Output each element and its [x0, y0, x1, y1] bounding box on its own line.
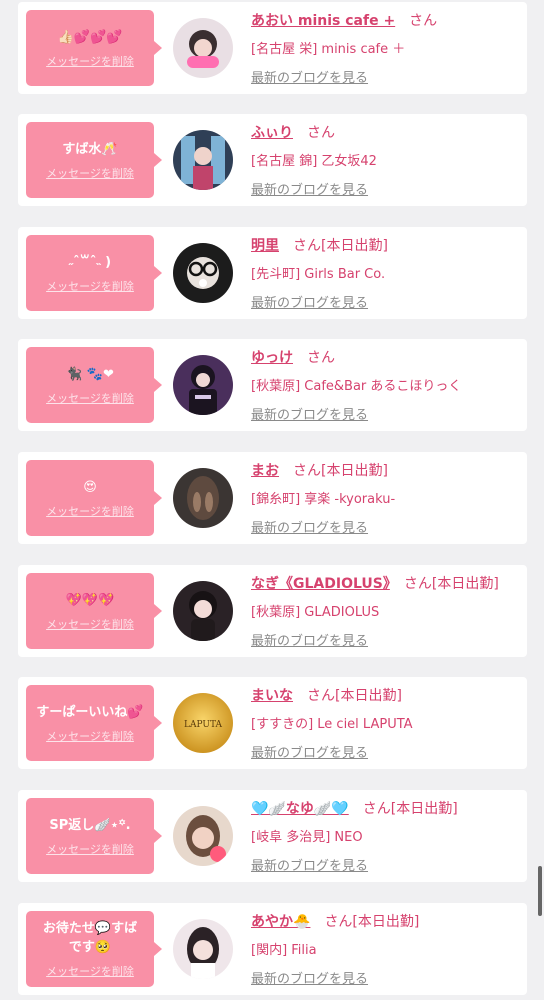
- avatar[interactable]: [173, 806, 233, 866]
- latest-blog-link[interactable]: 最新のブログを見る: [251, 179, 368, 198]
- message-text: 😍: [83, 479, 97, 495]
- shop-info: [秋葉原] Cafe&Bar あるこほりっく: [251, 379, 462, 394]
- cast-name-link[interactable]: なぎ《GLADIOLUS》: [251, 576, 390, 592]
- message-bubble: 💖💖💖 メッセージを削除: [26, 573, 162, 649]
- name-suffix: さん: [307, 350, 335, 366]
- list-item: SP返し🪽⋆꙳. メッセージを削除 🩵🪽なゆ🪽🩵 さん[本日出勤] [岐阜 多治…: [18, 790, 527, 882]
- message-bubble: 👍🏻💕💕💕 メッセージを削除: [26, 10, 162, 86]
- latest-blog-link[interactable]: 最新のブログを見る: [251, 968, 368, 987]
- name-suffix: さん[本日出勤]: [293, 238, 388, 254]
- name-suffix: さん[本日出勤]: [293, 463, 388, 479]
- delete-message-link[interactable]: メッセージを削除: [46, 963, 134, 979]
- latest-blog-link[interactable]: 最新のブログを見る: [251, 630, 368, 649]
- latest-blog-link[interactable]: 最新のブログを見る: [251, 855, 368, 874]
- avatar[interactable]: [173, 130, 233, 190]
- message-text: 👍🏻💕💕💕: [57, 29, 123, 45]
- cast-name-link[interactable]: ゆっけ: [251, 350, 293, 366]
- message-text: すーぱーいいね💕: [36, 704, 144, 720]
- shop-info: [秋葉原] GLADIOLUS: [251, 605, 380, 620]
- message-text: SP返し🪽⋆꙳.: [49, 817, 131, 833]
- shop-info: [岐阜 多治見] NEO: [251, 830, 363, 845]
- list-item: 💖💖💖 メッセージを削除 なぎ《GLADIOLUS》 さん[本日出勤] [秋葉原…: [18, 565, 527, 657]
- list-item: 😍 メッセージを削除 まお さん[本日出勤] [錦糸町] 享楽 -kyoraku…: [18, 452, 527, 544]
- delete-message-link[interactable]: メッセージを削除: [46, 53, 134, 69]
- shop-info: [先斗町] Girls Bar Co.: [251, 267, 386, 282]
- list-item: すば水🥂 メッセージを削除 ふぃり さん [名古屋 錦] 乙女坂42 最新のブロ…: [18, 114, 527, 206]
- latest-blog-link[interactable]: 最新のブログを見る: [251, 67, 368, 86]
- scrollbar[interactable]: [538, 866, 542, 916]
- list-item: 👍🏻💕💕💕 メッセージを削除 あおい minis cafe + さん [名古屋 …: [18, 2, 527, 94]
- name-suffix: さん[本日出勤]: [403, 576, 499, 592]
- delete-message-link[interactable]: メッセージを削除: [46, 841, 134, 857]
- cast-name-link[interactable]: 🩵🪽なゆ🪽🩵: [251, 801, 349, 817]
- latest-blog-link[interactable]: 最新のブログを見る: [251, 404, 368, 423]
- name-suffix: さん: [307, 125, 335, 141]
- message-text: ˶ˆ꒳ˆ˵ ): [68, 254, 112, 270]
- avatar[interactable]: LAPUTA: [173, 693, 233, 753]
- message-bubble: SP返し🪽⋆꙳. メッセージを削除: [26, 798, 162, 874]
- list-item: 🐈‍⬛‪‪ ‪🐾❤︎ メッセージを削除 ゆっけ さん [秋葉原] Cafe&Ba…: [18, 339, 527, 431]
- delete-message-link[interactable]: メッセージを削除: [46, 278, 134, 294]
- cast-name-link[interactable]: ふぃり: [251, 125, 293, 141]
- message-bubble: すーぱーいいね💕 メッセージを削除: [26, 685, 162, 761]
- cast-name-link[interactable]: あおい minis cafe +: [251, 13, 395, 29]
- avatar[interactable]: [173, 468, 233, 528]
- shop-info: [すすきの] Le ciel LAPUTA: [251, 717, 413, 732]
- latest-blog-link[interactable]: 最新のブログを見る: [251, 742, 368, 761]
- delete-message-link[interactable]: メッセージを削除: [46, 165, 134, 181]
- message-text: すば水🥂: [62, 141, 118, 157]
- message-bubble: お待たせ💬すば です🥺 メッセージを削除: [26, 911, 162, 987]
- name-suffix: さん[本日出勤]: [324, 914, 420, 930]
- delete-message-link[interactable]: メッセージを削除: [46, 616, 134, 632]
- shop-info: [名古屋 栄] minis cafe ＋: [251, 42, 406, 57]
- message-bubble: すば水🥂 メッセージを削除: [26, 122, 162, 198]
- list-item: すーぱーいいね💕 メッセージを削除 LAPUTA まいな さん[本日出勤] [す…: [18, 677, 527, 769]
- svg-text:LAPUTA: LAPUTA: [184, 720, 222, 730]
- avatar[interactable]: [173, 919, 233, 979]
- shop-info: [名古屋 錦] 乙女坂42: [251, 154, 377, 169]
- cast-name-link[interactable]: まいな: [251, 688, 293, 704]
- list-item: ˶ˆ꒳ˆ˵ ) メッセージを削除 明里 さん[本日出勤] [先斗町] Girls…: [18, 227, 527, 319]
- shop-info: [錦糸町] 享楽 -kyoraku-: [251, 492, 396, 507]
- message-text: 🐈‍⬛‪‪ ‪🐾❤︎: [66, 366, 114, 382]
- message-bubble: ˶ˆ꒳ˆ˵ ) メッセージを削除: [26, 235, 162, 311]
- avatar[interactable]: [173, 581, 233, 641]
- cast-name-link[interactable]: あやか🐣: [251, 914, 310, 930]
- avatar[interactable]: [173, 243, 233, 303]
- cast-name-link[interactable]: まお: [251, 463, 279, 479]
- name-suffix: さん[本日出勤]: [362, 801, 458, 817]
- delete-message-link[interactable]: メッセージを削除: [46, 728, 134, 744]
- avatar[interactable]: [173, 18, 233, 78]
- message-bubble: 🐈‍⬛‪‪ ‪🐾❤︎ メッセージを削除: [26, 347, 162, 423]
- delete-message-link[interactable]: メッセージを削除: [46, 390, 134, 406]
- avatar[interactable]: [173, 355, 233, 415]
- message-text: 💖💖💖: [65, 592, 115, 608]
- name-suffix: さん[本日出勤]: [307, 688, 402, 704]
- latest-blog-link[interactable]: 最新のブログを見る: [251, 292, 368, 311]
- cast-name-link[interactable]: 明里: [251, 238, 279, 254]
- shop-info: [関内] Filia: [251, 943, 317, 958]
- delete-message-link[interactable]: メッセージを削除: [46, 503, 134, 519]
- message-bubble: 😍 メッセージを削除: [26, 460, 162, 536]
- name-suffix: さん: [409, 13, 438, 29]
- list-item: お待たせ💬すば です🥺 メッセージを削除 あやか🐣 さん[本日出勤] [関内] …: [18, 903, 527, 995]
- message-text: お待たせ💬すば です🥺: [42, 921, 138, 955]
- latest-blog-link[interactable]: 最新のブログを見る: [251, 517, 368, 536]
